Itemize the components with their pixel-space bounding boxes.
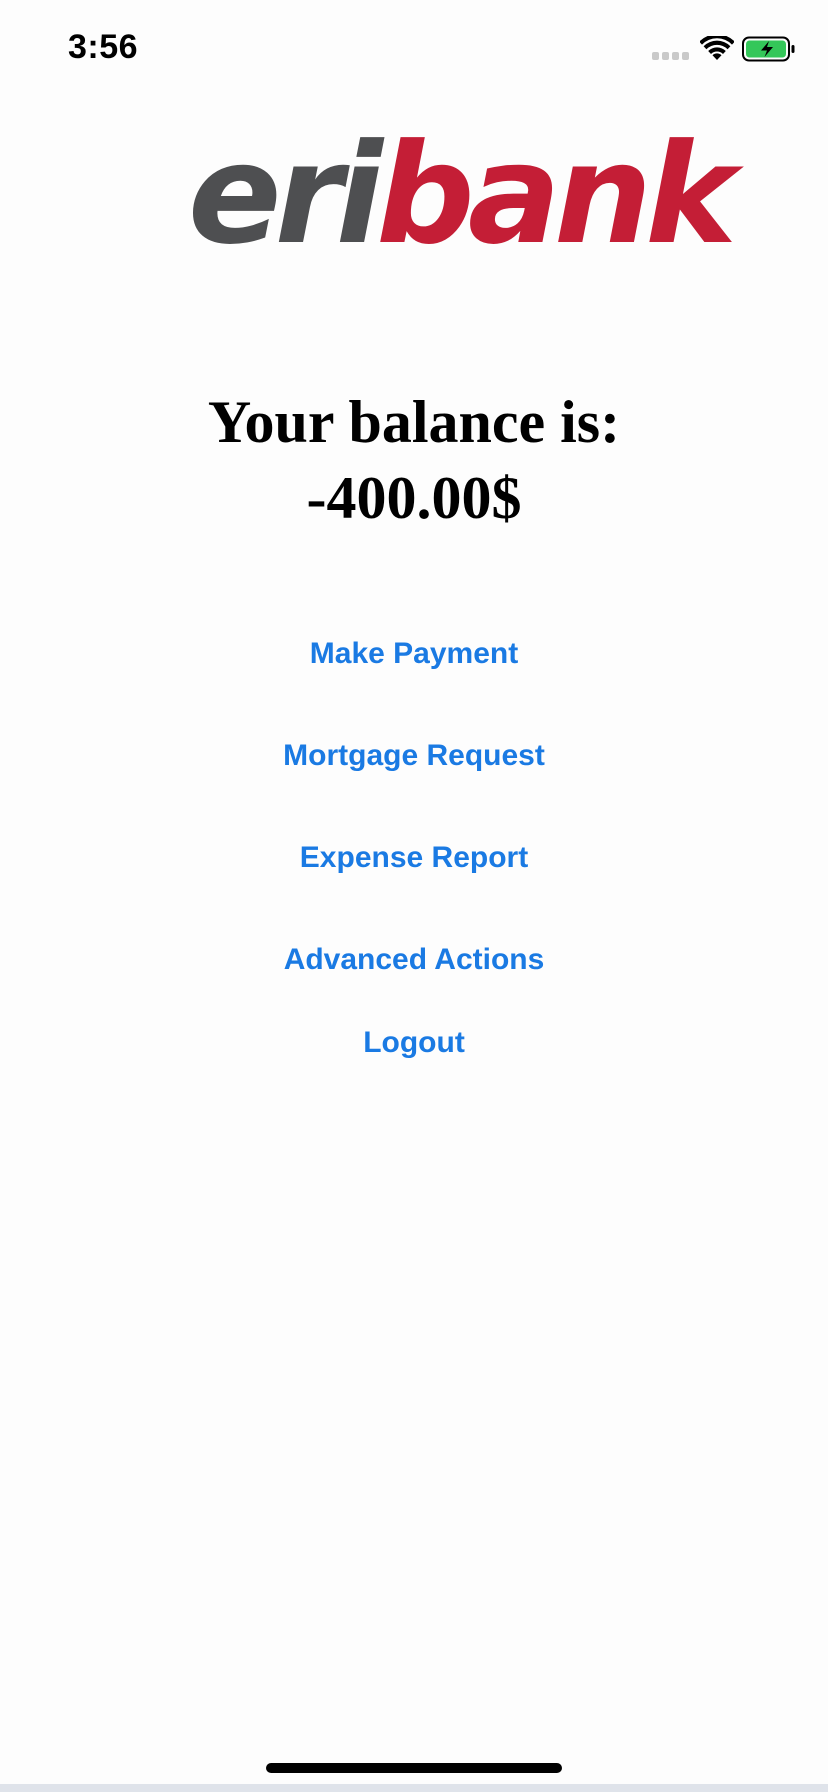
- logo-eri: eri: [188, 114, 383, 275]
- home-indicator[interactable]: [266, 1763, 562, 1773]
- balance-label: Your balance is:: [207, 389, 621, 455]
- logout-button[interactable]: Logout: [0, 1023, 828, 1063]
- balance-display: Your balance is: -400.00$: [0, 384, 828, 536]
- expense-report-button[interactable]: Expense Report: [0, 838, 828, 878]
- bottom-edge: [0, 1784, 828, 1792]
- logo-wordmark: eribank: [188, 126, 737, 264]
- status-bar: 3:56: [0, 0, 828, 100]
- advanced-actions-button[interactable]: Advanced Actions: [0, 940, 828, 980]
- make-payment-button[interactable]: Make Payment: [0, 634, 828, 674]
- signal-icon: [652, 52, 690, 62]
- status-time: 3:56: [68, 28, 139, 66]
- eribank-logo: eribank: [188, 126, 737, 264]
- balance-amount: -400.00$: [306, 465, 522, 531]
- wifi-icon: [700, 36, 734, 60]
- battery-charging-icon: [742, 36, 795, 62]
- logo-bank: bank: [375, 114, 737, 275]
- mortgage-request-button[interactable]: Mortgage Request: [0, 736, 828, 776]
